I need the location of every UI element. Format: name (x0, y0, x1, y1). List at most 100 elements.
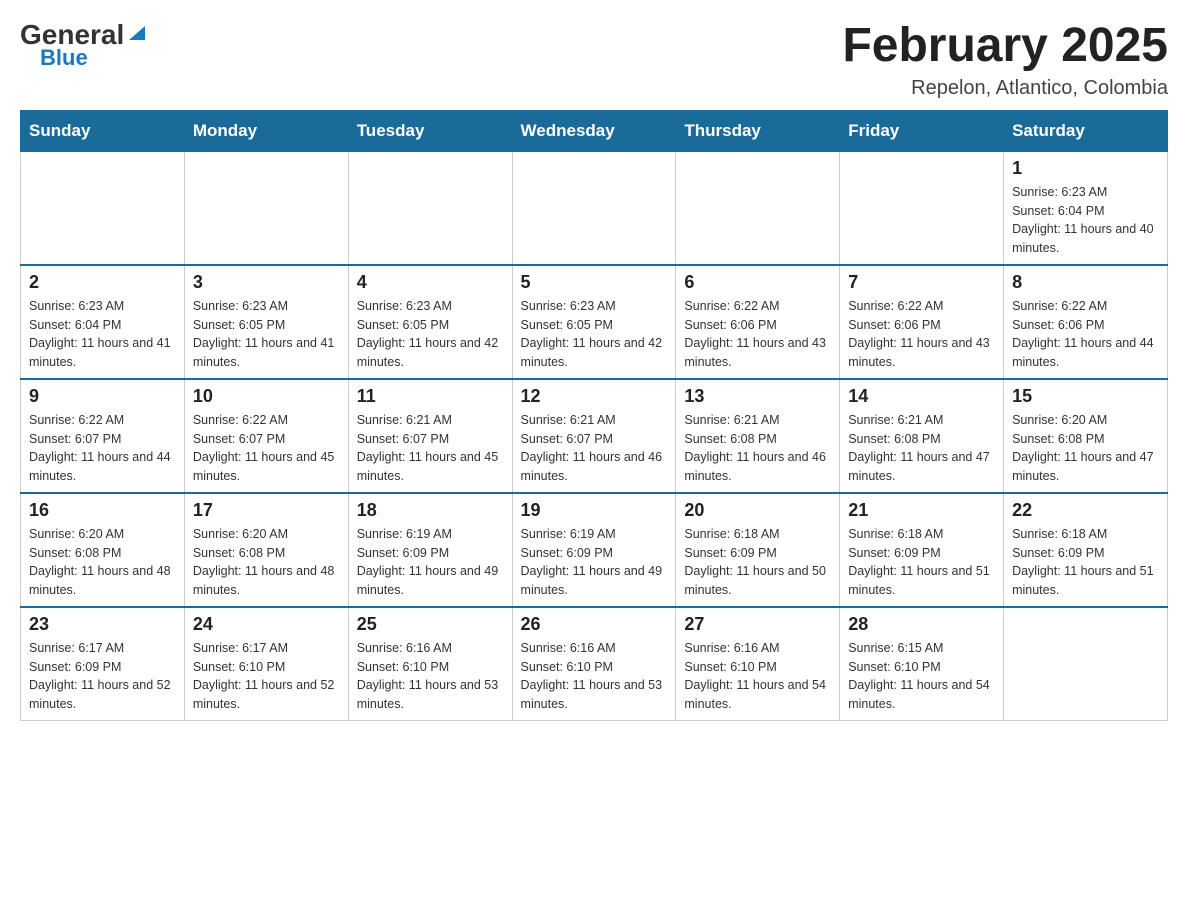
table-row: 7Sunrise: 6:22 AMSunset: 6:06 PMDaylight… (840, 265, 1004, 379)
calendar-header-row: Sunday Monday Tuesday Wednesday Thursday… (21, 110, 1168, 151)
table-row (512, 151, 676, 265)
table-row: 28 Sunrise: 6:15 AMSunset: 6:10 PMDayligh… (840, 607, 1004, 721)
table-row: 26 Sunrise: 6:16 AMSunset: 6:10 PMDayligh… (512, 607, 676, 721)
calendar-week-row: 9 Sunrise: 6:22 AMSunset: 6:07 PMDaylight… (21, 379, 1168, 493)
day-number: 12 (521, 386, 668, 407)
table-row: 2 Sunrise: 6:23 AMSunset: 6:04 PMDaylight… (21, 265, 185, 379)
day-number: 17 (193, 500, 340, 521)
table-row: 18Sunrise: 6:19 AMSunset: 6:09 PMDayligh… (348, 493, 512, 607)
table-row (676, 151, 840, 265)
day-info: Sunrise: 6:18 AMSunset: 6:09 PMDaylight:… (684, 525, 831, 600)
day-number: 22 (1012, 500, 1159, 521)
day-number: 1 (1012, 158, 1159, 179)
calendar-table: Sunday Monday Tuesday Wednesday Thursday… (20, 110, 1168, 721)
day-number: 13 (684, 386, 831, 407)
table-row (348, 151, 512, 265)
table-row (184, 151, 348, 265)
day-number: 16 (29, 500, 176, 521)
calendar-title: February 2025 (842, 20, 1168, 73)
table-row: 11 Sunrise: 6:21 AMSunset: 6:07 PMDayligh… (348, 379, 512, 493)
calendar-week-row: 2 Sunrise: 6:23 AMSunset: 6:04 PMDaylight… (21, 265, 1168, 379)
table-row: 1 Sunrise: 6:23 AMSunset: 6:04 PMDaylight… (1004, 151, 1168, 265)
day-info: Sunrise: 6:23 AMSunset: 6:04 PMDaylight:… (1012, 183, 1159, 258)
table-row: 20 Sunrise: 6:18 AMSunset: 6:09 PMDayligh… (676, 493, 840, 607)
day-number: 21 (848, 500, 995, 521)
table-row: 9 Sunrise: 6:22 AMSunset: 6:07 PMDaylight… (21, 379, 185, 493)
header-saturday: Saturday (1004, 110, 1168, 151)
day-info: Sunrise: 6:21 AMSunset: 6:07 PMDaylight:… (521, 411, 668, 486)
header-thursday: Thursday (676, 110, 840, 151)
day-number: 10 (193, 386, 340, 407)
day-info: Sunrise: 6:20 AMSunset: 6:08 PMDaylight:… (1012, 411, 1159, 486)
day-number: 5 (521, 272, 668, 293)
table-row: 15 Sunrise: 6:20 AMSunset: 6:08 PMDayligh… (1004, 379, 1168, 493)
day-info: Sunrise: 6:16 AMSunset: 6:10 PMDaylight:… (521, 639, 668, 714)
table-row (840, 151, 1004, 265)
table-row: 8Sunrise: 6:22 AMSunset: 6:06 PMDaylight… (1004, 265, 1168, 379)
day-info: Sunrise: 6:21 AMSunset: 6:08 PMDaylight:… (684, 411, 831, 486)
day-info: Sunrise: 6:22 AMSunset: 6:06 PMDaylight:… (684, 297, 831, 372)
day-number: 28 (848, 614, 995, 635)
table-row: 14 Sunrise: 6:21 AMSunset: 6:08 PMDayligh… (840, 379, 1004, 493)
table-row: 5 Sunrise: 6:23 AMSunset: 6:05 PMDaylight… (512, 265, 676, 379)
calendar-subtitle: Repelon, Atlantico, Colombia (842, 77, 1168, 100)
table-row: 27 Sunrise: 6:16 AMSunset: 6:10 PMDayligh… (676, 607, 840, 721)
day-info: Sunrise: 6:19 AMSunset: 6:09 PMDaylight:… (357, 525, 504, 600)
day-number: 2 (29, 272, 176, 293)
header-friday: Friday (840, 110, 1004, 151)
table-row (1004, 607, 1168, 721)
logo-triangle-icon (127, 22, 149, 44)
table-row: 23 Sunrise: 6:17 AMSunset: 6:09 PMDayligh… (21, 607, 185, 721)
table-row: 3 Sunrise: 6:23 AMSunset: 6:05 PMDaylight… (184, 265, 348, 379)
day-info: Sunrise: 6:16 AMSunset: 6:10 PMDaylight:… (357, 639, 504, 714)
calendar-week-row: 1 Sunrise: 6:23 AMSunset: 6:04 PMDaylight… (21, 151, 1168, 265)
logo: General Blue (20, 20, 149, 71)
day-info: Sunrise: 6:21 AMSunset: 6:07 PMDaylight:… (357, 411, 504, 486)
header-sunday: Sunday (21, 110, 185, 151)
day-number: 14 (848, 386, 995, 407)
table-row (21, 151, 185, 265)
table-row: 24 Sunrise: 6:17 AMSunset: 6:10 PMDayligh… (184, 607, 348, 721)
header-tuesday: Tuesday (348, 110, 512, 151)
day-info: Sunrise: 6:23 AMSunset: 6:05 PMDaylight:… (193, 297, 340, 372)
day-number: 20 (684, 500, 831, 521)
day-info: Sunrise: 6:23 AMSunset: 6:04 PMDaylight:… (29, 297, 176, 372)
day-info: Sunrise: 6:16 AMSunset: 6:10 PMDaylight:… (684, 639, 831, 714)
calendar-week-row: 16 Sunrise: 6:20 AMSunset: 6:08 PMDayligh… (21, 493, 1168, 607)
table-row: 17 Sunrise: 6:20 AMSunset: 6:08 PMDayligh… (184, 493, 348, 607)
table-row: 4 Sunrise: 6:23 AMSunset: 6:05 PMDaylight… (348, 265, 512, 379)
calendar-week-row: 23 Sunrise: 6:17 AMSunset: 6:09 PMDayligh… (21, 607, 1168, 721)
day-number: 9 (29, 386, 176, 407)
day-number: 26 (521, 614, 668, 635)
day-number: 3 (193, 272, 340, 293)
table-row: 10 Sunrise: 6:22 AMSunset: 6:07 PMDayligh… (184, 379, 348, 493)
title-block: February 2025 Repelon, Atlantico, Colomb… (842, 20, 1168, 100)
day-number: 23 (29, 614, 176, 635)
day-info: Sunrise: 6:21 AMSunset: 6:08 PMDaylight:… (848, 411, 995, 486)
day-info: Sunrise: 6:17 AMSunset: 6:09 PMDaylight:… (29, 639, 176, 714)
day-info: Sunrise: 6:23 AMSunset: 6:05 PMDaylight:… (357, 297, 504, 372)
day-number: 25 (357, 614, 504, 635)
day-number: 24 (193, 614, 340, 635)
day-info: Sunrise: 6:20 AMSunset: 6:08 PMDaylight:… (29, 525, 176, 600)
day-info: Sunrise: 6:22 AMSunset: 6:07 PMDaylight:… (29, 411, 176, 486)
logo-blue-text: Blue (40, 45, 88, 71)
header-monday: Monday (184, 110, 348, 151)
day-info: Sunrise: 6:23 AMSunset: 6:05 PMDaylight:… (521, 297, 668, 372)
day-number: 27 (684, 614, 831, 635)
header-wednesday: Wednesday (512, 110, 676, 151)
day-info: Sunrise: 6:15 AMSunset: 6:10 PMDaylight:… (848, 639, 995, 714)
table-row: 13 Sunrise: 6:21 AMSunset: 6:08 PMDayligh… (676, 379, 840, 493)
table-row: 16 Sunrise: 6:20 AMSunset: 6:08 PMDayligh… (21, 493, 185, 607)
day-info: Sunrise: 6:18 AMSunset: 6:09 PMDaylight:… (1012, 525, 1159, 600)
day-info: Sunrise: 6:17 AMSunset: 6:10 PMDaylight:… (193, 639, 340, 714)
day-info: Sunrise: 6:22 AMSunset: 6:06 PMDaylight:… (1012, 297, 1159, 372)
day-info: Sunrise: 6:22 AMSunset: 6:07 PMDaylight:… (193, 411, 340, 486)
table-row: 19Sunrise: 6:19 AMSunset: 6:09 PMDayligh… (512, 493, 676, 607)
day-number: 4 (357, 272, 504, 293)
day-info: Sunrise: 6:20 AMSunset: 6:08 PMDaylight:… (193, 525, 340, 600)
day-info: Sunrise: 6:18 AMSunset: 6:09 PMDaylight:… (848, 525, 995, 600)
day-number: 15 (1012, 386, 1159, 407)
table-row: 12 Sunrise: 6:21 AMSunset: 6:07 PMDayligh… (512, 379, 676, 493)
day-number: 11 (357, 386, 504, 407)
